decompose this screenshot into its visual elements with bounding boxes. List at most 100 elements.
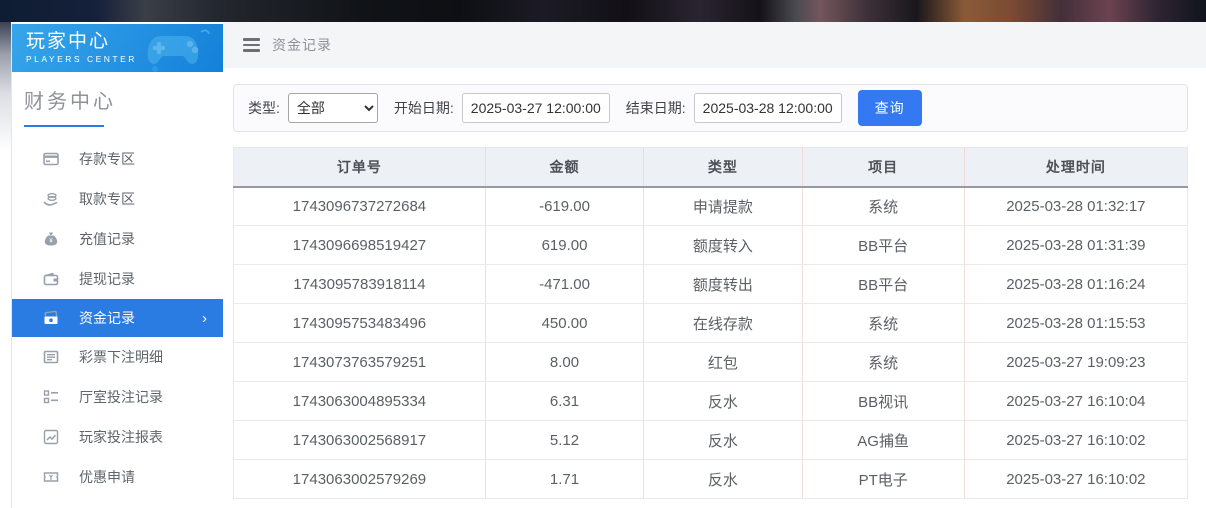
sidebar-item-2[interactable]: ¥ 充值记录 xyxy=(12,219,223,259)
table-header: 订单号金额类型项目处理时间 xyxy=(234,148,1188,187)
cell-r3-c1: 450.00 xyxy=(485,304,643,343)
cell-r7-c2: 反水 xyxy=(644,460,802,499)
sidebar-item-label: 彩票下注明细 xyxy=(79,347,163,367)
cell-r1-c4: 2025-03-28 01:31:39 xyxy=(964,226,1187,265)
cell-r2-c4: 2025-03-28 01:16:24 xyxy=(964,265,1187,304)
cell-r5-c2: 反水 xyxy=(644,382,802,421)
sidebar-menu: 存款专区取款专区 ¥ 充值记录提现记录资金记录 › 彩票下注明细厅室投注记录玩家投注报表… xyxy=(12,139,223,508)
coupon-icon xyxy=(42,468,60,486)
cell-r4-c2: 红包 xyxy=(644,343,802,382)
sidebar-item-label: 提现记录 xyxy=(79,269,135,289)
column-header-2: 类型 xyxy=(644,148,802,187)
list-check-icon xyxy=(42,388,60,406)
section-title-finance-center: 财务中心 xyxy=(12,72,223,127)
cell-r7-c1: 1.71 xyxy=(485,460,643,499)
withdraw-hand-icon xyxy=(42,190,60,208)
cell-r3-c0: 1743095753483496 xyxy=(234,304,486,343)
sidebar-item-label: 存款专区 xyxy=(79,149,135,169)
cell-r3-c3: 系统 xyxy=(802,304,964,343)
cell-r5-c4: 2025-03-27 16:10:04 xyxy=(964,382,1187,421)
moneybag-icon: ¥ xyxy=(42,230,60,248)
left-background-strip xyxy=(0,22,11,152)
hamburger-icon[interactable] xyxy=(243,38,260,52)
table-header-row: 订单号金额类型项目处理时间 xyxy=(234,148,1188,187)
chart-icon xyxy=(42,428,60,446)
cell-r4-c4: 2025-03-27 19:09:23 xyxy=(964,343,1187,382)
end-date-label: 结束日期: xyxy=(626,98,686,118)
cell-r7-c3: PT电子 xyxy=(802,460,964,499)
sidebar-item-5[interactable]: 彩票下注明细 xyxy=(12,337,223,377)
cell-r1-c1: 619.00 xyxy=(485,226,643,265)
chevron-right-icon: › xyxy=(202,310,207,327)
sidebar-item-8[interactable]: 优惠申请 xyxy=(12,457,223,497)
sidebar-item-6[interactable]: 厅室投注记录 xyxy=(12,377,223,417)
cell-r0-c2: 申请提款 xyxy=(644,187,802,226)
breadcrumb-label: 资金记录 xyxy=(272,35,332,55)
sidebar-item-label: 充值记录 xyxy=(79,229,135,249)
cell-r6-c0: 1743063002568917 xyxy=(234,421,486,460)
cell-r6-c1: 5.12 xyxy=(485,421,643,460)
cell-r2-c3: BB平台 xyxy=(802,265,964,304)
cell-r1-c0: 1743096698519427 xyxy=(234,226,486,265)
cell-r1-c3: BB平台 xyxy=(802,226,964,265)
cell-r3-c2: 在线存款 xyxy=(644,304,802,343)
sidebar-item-7[interactable]: 玩家投注报表 xyxy=(12,417,223,457)
table-row: 17430737635792518.00红包系统2025-03-27 19:09… xyxy=(234,343,1188,382)
breadcrumb: 资金记录 xyxy=(223,22,1206,68)
gamepad-icon xyxy=(143,28,213,72)
finance-center-label: 财务中心 xyxy=(24,85,223,114)
cell-r0-c3: 系统 xyxy=(802,187,964,226)
cell-r6-c2: 反水 xyxy=(644,421,802,460)
sidebar-item-1[interactable]: 取款专区 xyxy=(12,179,223,219)
sidebar-item-9[interactable]: 优惠申请记录 xyxy=(12,497,223,508)
cell-r5-c3: BB视讯 xyxy=(802,382,964,421)
cell-r6-c3: AG捕鱼 xyxy=(802,421,964,460)
cell-r0-c4: 2025-03-28 01:32:17 xyxy=(964,187,1187,226)
list-doc-icon xyxy=(42,348,60,366)
column-header-1: 金额 xyxy=(485,148,643,187)
sidebar-header: 玩家中心 PLAYERS CENTER xyxy=(12,24,223,72)
sidebar-item-label: 资金记录 xyxy=(79,308,135,328)
column-header-3: 项目 xyxy=(802,148,964,187)
start-date-input[interactable] xyxy=(462,93,610,123)
cell-r0-c0: 1743096737272684 xyxy=(234,187,486,226)
query-button[interactable]: 查询 xyxy=(858,90,922,126)
sidebar-item-0[interactable]: 存款专区 xyxy=(12,139,223,179)
type-select[interactable]: 全部 xyxy=(288,93,378,123)
cell-r2-c1: -471.00 xyxy=(485,265,643,304)
sidebar-item-4[interactable]: 资金记录 › xyxy=(12,299,223,337)
sidebar-item-label: 取款专区 xyxy=(79,189,135,209)
cell-r7-c4: 2025-03-27 16:10:02 xyxy=(964,460,1187,499)
content-panel: 类型: 全部 开始日期: 结束日期: 查询 订单号金额类型项目处理时间 1743… xyxy=(223,68,1206,508)
sidebar-item-label: 玩家投注报表 xyxy=(79,427,163,447)
wallet-icon xyxy=(42,270,60,288)
top-banner-strip xyxy=(0,0,1206,22)
sidebar: 玩家中心 PLAYERS CENTER 财务中心 存款专区取款专区 ¥ 充值记录提现… xyxy=(11,24,223,508)
cash-icon xyxy=(42,309,60,327)
cell-r4-c3: 系统 xyxy=(802,343,964,382)
funds-record-table: 订单号金额类型项目处理时间 1743096737272684-619.00申请提… xyxy=(233,147,1188,499)
cell-r0-c1: -619.00 xyxy=(485,187,643,226)
start-date-label: 开始日期: xyxy=(394,98,454,118)
column-header-4: 处理时间 xyxy=(964,148,1187,187)
table-row: 17430630048953346.31反水BB视讯2025-03-27 16:… xyxy=(234,382,1188,421)
table-row: 1743095753483496450.00在线存款系统2025-03-28 0… xyxy=(234,304,1188,343)
filter-bar: 类型: 全部 开始日期: 结束日期: 查询 xyxy=(233,84,1188,132)
sidebar-item-label: 优惠申请 xyxy=(79,467,135,487)
cell-r4-c0: 1743073763579251 xyxy=(234,343,486,382)
section-title-underline xyxy=(24,125,104,127)
main-content: 资金记录 类型: 全部 开始日期: 结束日期: 查询 订单号金额类型项目处理时间… xyxy=(223,22,1206,508)
cell-r7-c0: 1743063002579269 xyxy=(234,460,486,499)
cell-r2-c2: 额度转出 xyxy=(644,265,802,304)
table-row: 1743096737272684-619.00申请提款系统2025-03-28 … xyxy=(234,187,1188,226)
cell-r1-c2: 额度转入 xyxy=(644,226,802,265)
table-row: 17430630025792691.71反水PT电子2025-03-27 16:… xyxy=(234,460,1188,499)
sidebar-item-label: 厅室投注记录 xyxy=(79,387,163,407)
cell-r6-c4: 2025-03-27 16:10:02 xyxy=(964,421,1187,460)
deposit-card-icon xyxy=(42,150,60,168)
sidebar-item-3[interactable]: 提现记录 xyxy=(12,259,223,299)
end-date-input[interactable] xyxy=(694,93,842,123)
type-label: 类型: xyxy=(248,98,280,118)
cell-r5-c0: 1743063004895334 xyxy=(234,382,486,421)
cell-r2-c0: 1743095783918114 xyxy=(234,265,486,304)
